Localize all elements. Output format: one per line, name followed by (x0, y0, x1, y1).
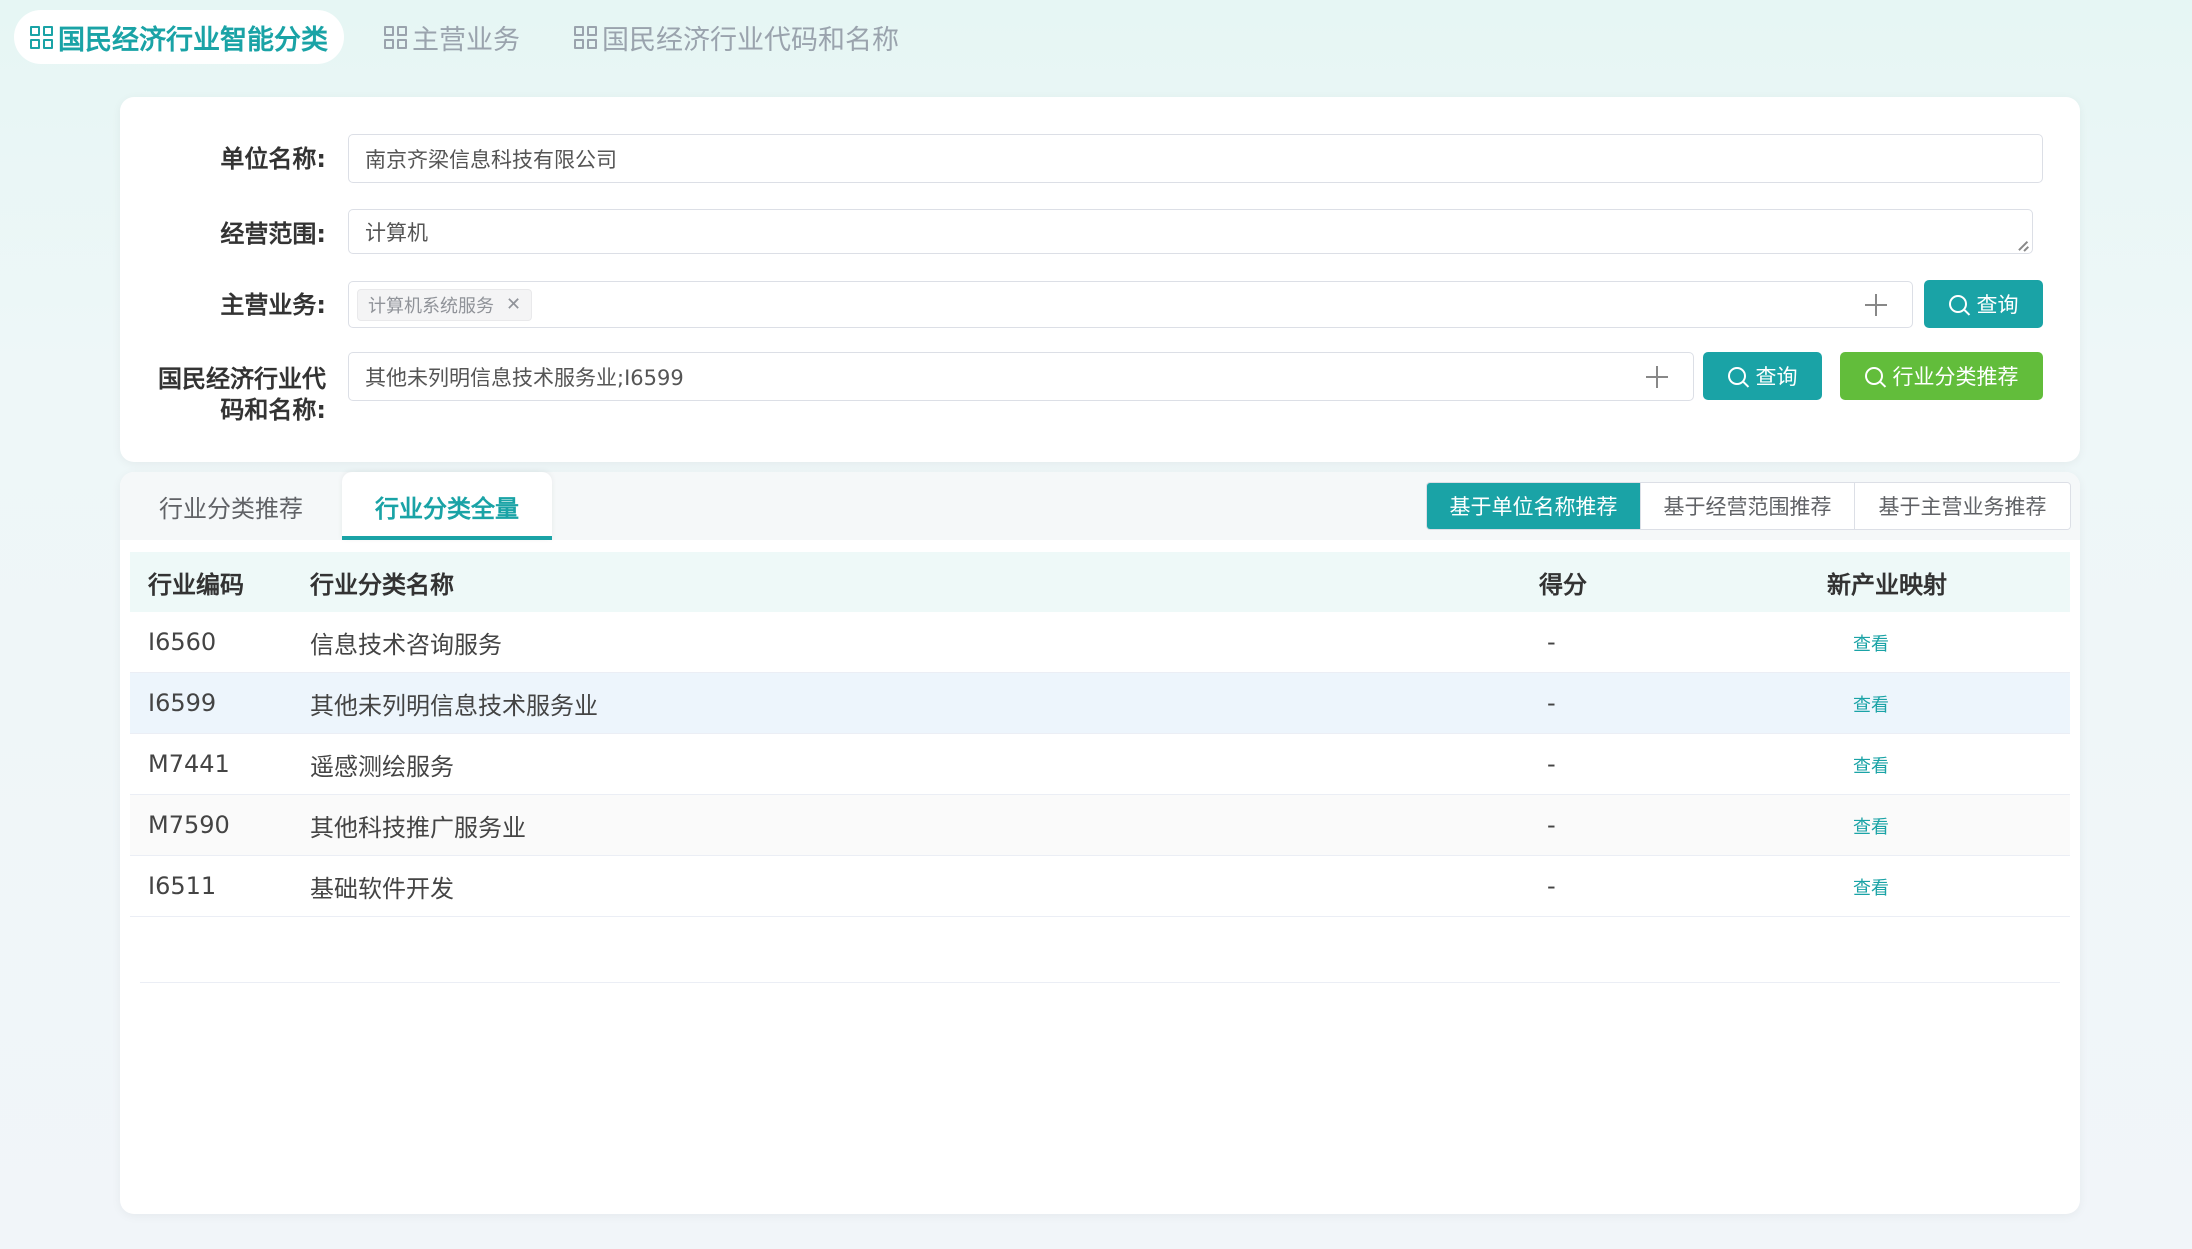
tag-label: 计算机系统服务 (368, 295, 494, 317)
tab-industry-classification[interactable]: 国民经济行业智能分类 (14, 10, 344, 64)
recommend-basis-segmented: 基于单位名称推荐 基于经营范围推荐 基于主营业务推荐 (1426, 482, 2071, 530)
industry-code-value: 其他未列明信息技术服务业;I6599 (365, 365, 684, 390)
grid-icon (30, 25, 53, 49)
cell-score: - (1547, 750, 1556, 778)
view-link[interactable]: 查看 (1853, 878, 1889, 899)
industry-table: 行业编码 行业分类名称 得分 新产业映射 I6560 信息技术咨询服务 - 查看… (130, 552, 2070, 917)
main-business-tag-input[interactable]: 计算机系统服务 ✕ (348, 281, 1913, 328)
tab-recommend[interactable]: 行业分类推荐 (120, 472, 342, 540)
recommend-label: 行业分类推荐 (1892, 365, 2019, 389)
unit-name-input[interactable]: 南京齐梁信息科技有限公司 (348, 134, 2043, 183)
table-row[interactable]: M7441 遥感测绘服务 - 查看 (130, 734, 2070, 795)
industry-recommend-button[interactable]: 行业分类推荐 (1840, 352, 2043, 400)
search-form-card: 单位名称: 南京齐梁信息科技有限公司 经营范围: 计算机 主营业务: 计算机系统… (120, 97, 2080, 462)
main-business-query-button[interactable]: 查询 (1924, 280, 2043, 328)
segment-label: 基于经营范围推荐 (1663, 495, 1832, 519)
table-row[interactable]: I6511 基础软件开发 - 查看 (130, 856, 2070, 917)
search-icon (1864, 367, 1883, 385)
cell-code: I6511 (148, 872, 217, 900)
main-business-tag: 计算机系统服务 ✕ (357, 288, 533, 321)
search-icon (1948, 295, 1967, 313)
view-link[interactable]: 查看 (1853, 817, 1889, 838)
tab-label: 行业分类推荐 (159, 494, 303, 523)
table-divider (140, 982, 2060, 983)
segment-by-scope[interactable]: 基于经营范围推荐 (1641, 483, 1855, 529)
scope-textarea[interactable]: 计算机 (348, 209, 2033, 254)
view-link[interactable]: 查看 (1853, 634, 1889, 655)
industry-query-button[interactable]: 查询 (1703, 352, 1822, 400)
cell-score: - (1547, 689, 1556, 717)
column-header-code: 行业编码 (148, 570, 244, 599)
column-header-mapping: 新产业映射 (1827, 570, 1947, 599)
plus-icon[interactable] (1646, 366, 1668, 388)
resize-grip-icon[interactable] (2018, 240, 2028, 250)
segment-label: 基于主营业务推荐 (1878, 495, 2047, 519)
cell-score: - (1547, 811, 1556, 839)
tab-main-business[interactable]: 主营业务 (370, 10, 534, 64)
unit-name-label: 单位名称: (220, 145, 326, 173)
tab-label: 主营业务 (412, 24, 520, 56)
cell-code: M7441 (148, 750, 230, 778)
segment-label: 基于单位名称推荐 (1449, 495, 1618, 519)
cell-name: 其他未列明信息技术服务业 (310, 691, 598, 720)
cell-name: 其他科技推广服务业 (310, 813, 526, 842)
grid-icon (384, 25, 407, 49)
query-label: 查询 (1755, 365, 1798, 389)
scope-value: 计算机 (365, 220, 428, 245)
industry-code-input[interactable]: 其他未列明信息技术服务业;I6599 (348, 352, 1694, 401)
industry-label: 国民经济行业代 码和名称: (158, 364, 326, 426)
close-icon[interactable]: ✕ (506, 294, 521, 315)
table-header: 行业编码 行业分类名称 得分 新产业映射 (130, 552, 2070, 612)
cell-code: M7590 (148, 811, 230, 839)
segment-by-main-business[interactable]: 基于主营业务推荐 (1855, 483, 2070, 529)
cell-score: - (1547, 872, 1556, 900)
table-row[interactable]: I6599 其他未列明信息技术服务业 - 查看 (130, 673, 2070, 734)
tab-label: 国民经济行业智能分类 (58, 24, 328, 56)
main-business-label: 主营业务: (220, 291, 326, 319)
query-label: 查询 (1976, 293, 2019, 317)
grid-icon (574, 25, 597, 49)
table-row[interactable]: I6560 信息技术咨询服务 - 查看 (130, 612, 2070, 673)
cell-code: I6599 (148, 689, 217, 717)
column-header-score: 得分 (1539, 570, 1587, 599)
cell-name: 基础软件开发 (310, 874, 454, 903)
cell-name: 信息技术咨询服务 (310, 630, 502, 659)
search-icon (1727, 367, 1746, 385)
view-link[interactable]: 查看 (1853, 695, 1889, 716)
column-header-name: 行业分类名称 (310, 570, 454, 599)
cell-score: - (1547, 628, 1556, 656)
view-link[interactable]: 查看 (1853, 756, 1889, 777)
industry-label-line2: 码和名称: (220, 396, 326, 424)
plus-icon[interactable] (1865, 294, 1887, 316)
result-card: 行业分类推荐 行业分类全量 基于单位名称推荐 基于经营范围推荐 基于主营业务推荐… (120, 472, 2080, 1214)
tab-label: 行业分类全量 (375, 494, 519, 523)
table-row[interactable]: M7590 其他科技推广服务业 - 查看 (130, 795, 2070, 856)
scope-label: 经营范围: (220, 220, 326, 248)
segment-by-unit-name[interactable]: 基于单位名称推荐 (1427, 483, 1641, 529)
tab-industry-codes[interactable]: 国民经济行业代码和名称 (560, 10, 913, 64)
top-tab-bar: 国民经济行业智能分类 主营业务 国民经济行业代码和名称 (14, 10, 939, 64)
industry-label-line1: 国民经济行业代 (158, 365, 326, 393)
tab-full-list[interactable]: 行业分类全量 (342, 472, 552, 540)
cell-code: I6560 (148, 628, 217, 656)
unit-name-value: 南京齐梁信息科技有限公司 (365, 147, 617, 172)
cell-name: 遥感测绘服务 (310, 752, 454, 781)
tab-label: 国民经济行业代码和名称 (602, 24, 899, 56)
